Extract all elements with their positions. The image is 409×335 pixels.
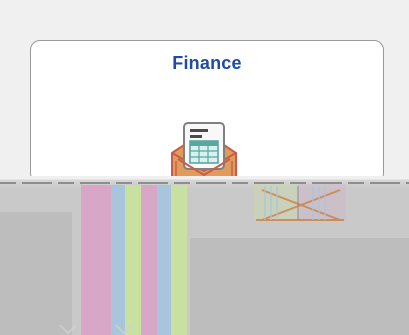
pastel-column-2 (111, 185, 125, 335)
page-root: Finance (0, 0, 409, 335)
pastel-column-6 (171, 185, 187, 335)
pastel-column-4 (141, 185, 157, 335)
finance-tile[interactable]: Finance (30, 40, 384, 183)
mini-chart-glitch (254, 184, 346, 221)
tile-title: Finance (172, 53, 242, 73)
pastel-column-5 (157, 185, 171, 335)
lower-left-block (0, 212, 72, 335)
finance-invoice-icon (171, 122, 237, 182)
pastel-column-1 (81, 185, 111, 335)
pastel-column-3 (125, 185, 141, 335)
lower-right-block (190, 238, 409, 335)
